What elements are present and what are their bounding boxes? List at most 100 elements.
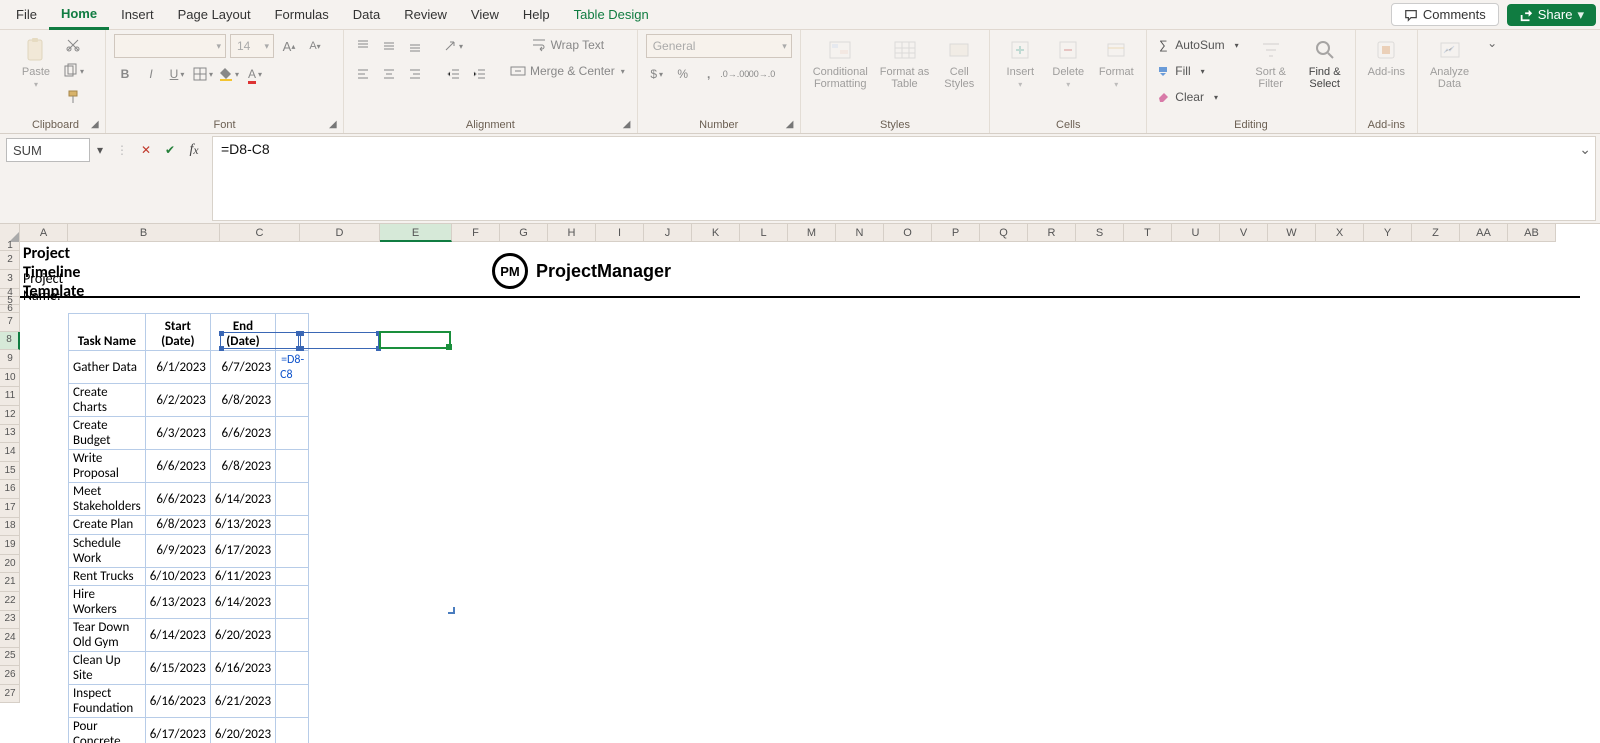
insert-function-button[interactable]: fx xyxy=(182,138,206,162)
shrink-font-button[interactable]: A▾ xyxy=(304,35,326,57)
cell-task[interactable]: Inspect Foundation xyxy=(69,685,146,718)
tab-page-layout[interactable]: Page Layout xyxy=(166,1,263,28)
tab-review[interactable]: Review xyxy=(392,1,459,28)
row-header-11[interactable]: 11 xyxy=(0,387,20,406)
autosum-button[interactable]: ∑ AutoSum ▾ xyxy=(1155,34,1238,56)
find-select-button[interactable]: Find & Select xyxy=(1303,34,1347,92)
cell-start[interactable]: 6/14/2023 xyxy=(145,619,210,652)
cell-duration[interactable] xyxy=(276,450,309,483)
row-header-18[interactable]: 18 xyxy=(0,518,20,537)
table-row[interactable]: Create Plan6/8/20236/13/2023 xyxy=(69,516,309,535)
table-row[interactable]: Clean Up Site6/15/20236/16/2023 xyxy=(69,652,309,685)
cell-duration[interactable] xyxy=(276,534,309,567)
cell-duration[interactable] xyxy=(276,567,309,586)
table-row[interactable]: Schedule Work6/9/20236/17/2023 xyxy=(69,534,309,567)
comma-format-button[interactable]: , xyxy=(698,63,720,85)
conditional-formatting-button[interactable]: Conditional Formatting xyxy=(809,34,872,92)
col-header-E[interactable]: E xyxy=(380,224,452,242)
cell-task[interactable]: Create Charts xyxy=(69,384,146,417)
cell-start[interactable]: 6/16/2023 xyxy=(145,685,210,718)
font-color-button[interactable]: A xyxy=(244,63,266,85)
tab-file[interactable]: File xyxy=(4,1,49,28)
row-header-2[interactable]: 2 xyxy=(0,251,20,270)
formula-bar-input[interactable]: =D8-C8 ⌄ xyxy=(212,136,1596,221)
cell-duration[interactable] xyxy=(276,685,309,718)
cell-duration[interactable] xyxy=(276,417,309,450)
cell-end[interactable]: 6/8/2023 xyxy=(210,384,275,417)
col-header-J[interactable]: J xyxy=(644,224,692,242)
align-left-button[interactable] xyxy=(352,63,374,85)
col-header-AB[interactable]: AB xyxy=(1508,224,1556,242)
name-box[interactable] xyxy=(6,138,90,162)
fill-color-button[interactable] xyxy=(218,63,240,85)
cell-start[interactable]: 6/6/2023 xyxy=(145,450,210,483)
tab-home[interactable]: Home xyxy=(49,0,109,30)
orientation-button[interactable] xyxy=(442,35,464,57)
align-right-button[interactable] xyxy=(404,63,426,85)
col-header-K[interactable]: K xyxy=(692,224,740,242)
table-resize-handle[interactable] xyxy=(448,607,455,614)
cell-end[interactable]: 6/14/2023 xyxy=(210,483,275,516)
col-header-N[interactable]: N xyxy=(836,224,884,242)
row-header-17[interactable]: 17 xyxy=(0,499,20,518)
table-row[interactable]: Gather Data6/1/20236/7/2023=D8-C8 xyxy=(69,351,309,384)
table-row[interactable]: Rent Trucks6/10/20236/11/2023 xyxy=(69,567,309,586)
enter-formula-button[interactable]: ✔ xyxy=(158,138,182,162)
row-header-24[interactable]: 24 xyxy=(0,629,20,648)
col-header-I[interactable]: I xyxy=(596,224,644,242)
cell-task[interactable]: Gather Data xyxy=(69,351,146,384)
cell-start[interactable]: 6/15/2023 xyxy=(145,652,210,685)
col-header-S[interactable]: S xyxy=(1076,224,1124,242)
col-header-Z[interactable]: Z xyxy=(1412,224,1460,242)
table-row[interactable]: Pour Concrete6/17/20236/20/2023 xyxy=(69,718,309,743)
col-header-W[interactable]: W xyxy=(1268,224,1316,242)
cell-start[interactable]: 6/10/2023 xyxy=(145,567,210,586)
cell-task[interactable]: Hire Workers xyxy=(69,586,146,619)
cell-start[interactable]: 6/13/2023 xyxy=(145,586,210,619)
cell-duration[interactable] xyxy=(276,718,309,743)
cell-end[interactable]: 6/20/2023 xyxy=(210,718,275,743)
cell-start[interactable]: 6/9/2023 xyxy=(145,534,210,567)
paste-button[interactable]: Paste ▾ xyxy=(14,34,58,91)
tab-data[interactable]: Data xyxy=(341,1,392,28)
col-header-M[interactable]: M xyxy=(788,224,836,242)
col-header-H[interactable]: H xyxy=(548,224,596,242)
cell-end[interactable]: 6/14/2023 xyxy=(210,586,275,619)
row-header-27[interactable]: 27 xyxy=(0,685,20,704)
col-header-A[interactable]: A xyxy=(20,224,68,242)
sort-filter-button[interactable]: Sort & Filter xyxy=(1249,34,1293,92)
align-top-button[interactable] xyxy=(352,35,374,57)
bold-button[interactable]: B xyxy=(114,63,136,85)
outdent-button[interactable] xyxy=(442,63,464,85)
row-header-15[interactable]: 15 xyxy=(0,462,20,481)
borders-button[interactable] xyxy=(192,63,214,85)
col-header-B[interactable]: B xyxy=(68,224,220,242)
cell-end[interactable]: 6/17/2023 xyxy=(210,534,275,567)
table-row[interactable]: Hire Workers6/13/20236/14/2023 xyxy=(69,586,309,619)
cell-task[interactable]: Write Proposal xyxy=(69,450,146,483)
align-middle-button[interactable] xyxy=(378,35,400,57)
format-painter-button[interactable] xyxy=(62,86,84,108)
launcher-alignment[interactable]: ◢ xyxy=(623,119,635,131)
collapse-ribbon-button[interactable]: ⌄ xyxy=(1481,30,1503,133)
row-header-7[interactable]: 7 xyxy=(0,313,20,332)
col-header-L[interactable]: L xyxy=(740,224,788,242)
col-header-C[interactable]: C xyxy=(220,224,300,242)
cell-task[interactable]: Meet Stakeholders xyxy=(69,483,146,516)
timeline-table[interactable]: Task NameStart(Date)End (Date) Gather Da… xyxy=(68,313,309,743)
format-cells-button[interactable]: Format▾ xyxy=(1094,34,1138,91)
row-header-13[interactable]: 13 xyxy=(0,425,20,444)
row-header-26[interactable]: 26 xyxy=(0,666,20,685)
col-header-Y[interactable]: Y xyxy=(1364,224,1412,242)
cell-end[interactable]: 6/11/2023 xyxy=(210,567,275,586)
cell-duration[interactable] xyxy=(276,483,309,516)
launcher-number[interactable]: ◢ xyxy=(786,119,798,131)
cell-task[interactable]: Pour Concrete xyxy=(69,718,146,743)
cell-start[interactable]: 6/3/2023 xyxy=(145,417,210,450)
underline-button[interactable]: U xyxy=(166,63,188,85)
fill-button[interactable]: Fill ▾ xyxy=(1155,60,1238,82)
row-header-9[interactable]: 9 xyxy=(0,350,20,369)
align-bottom-button[interactable] xyxy=(404,35,426,57)
row-header-8[interactable]: 8 xyxy=(0,332,20,351)
table-header[interactable]: Start(Date) xyxy=(145,314,210,351)
